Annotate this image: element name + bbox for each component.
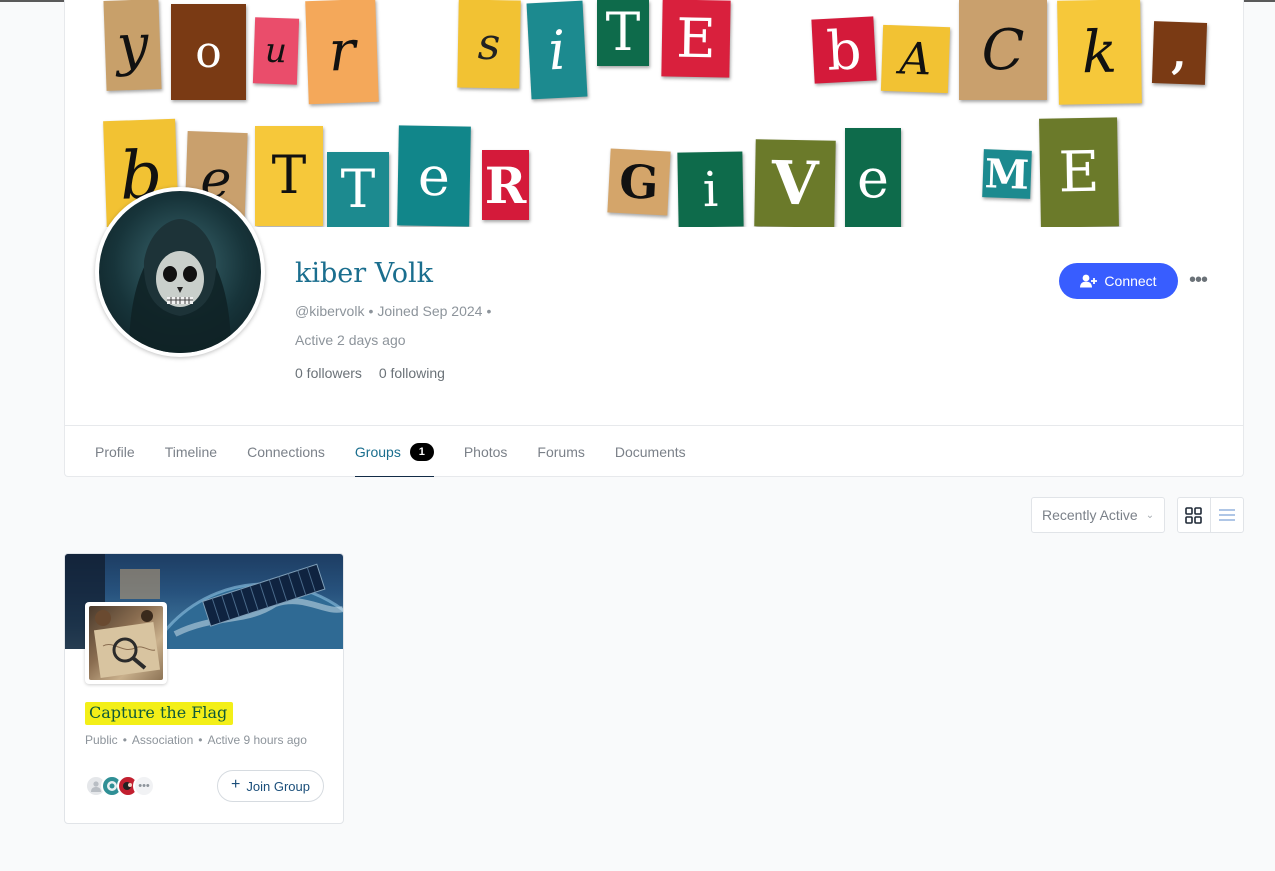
- tab-profile[interactable]: Profile: [95, 426, 135, 477]
- cover-letter-tile: G: [607, 148, 671, 216]
- tab-count-badge: 1: [409, 442, 434, 461]
- group-visibility: Public: [85, 733, 118, 747]
- cover-letter-tile: A: [880, 24, 951, 94]
- meta-separator: •: [486, 303, 492, 319]
- group-title-text: Capture the Flag: [85, 702, 234, 725]
- tab-label: Connections: [247, 443, 325, 460]
- meta-separator: •: [368, 303, 374, 319]
- cover-letter-tile: T: [327, 152, 389, 227]
- sort-selected-value: Recently Active: [1042, 507, 1138, 523]
- profile-tabs: Profile Timeline Connections Groups 1 Photos F…: [65, 425, 1243, 477]
- group-avatar[interactable]: [85, 602, 167, 684]
- profile-active-status: Active 2 days ago: [295, 332, 406, 348]
- cover-letter-tile: T: [255, 126, 323, 226]
- cover-letter-tile: E: [1039, 117, 1119, 227]
- cover-letter-tile: M: [982, 149, 1032, 199]
- tab-groups[interactable]: Groups 1: [354, 426, 434, 477]
- group-meta: Public • Association • Active 9 hours ago: [85, 733, 307, 747]
- tab-forums[interactable]: Forums: [537, 426, 584, 477]
- cover-letter-tile: u: [252, 17, 300, 85]
- cover-letter-tile: ,: [1151, 21, 1208, 85]
- cover-image: yoursiTEbACk,beTTeRGiVeME: [65, 0, 1243, 227]
- join-group-button[interactable]: + Join Group: [217, 770, 324, 802]
- followers-count[interactable]: 0 followers: [295, 365, 362, 381]
- tab-label: Documents: [614, 443, 686, 460]
- cover-letter-tile: k: [1057, 0, 1142, 105]
- cover-letter-tile: y: [103, 0, 162, 91]
- cover-letter-tile: i: [677, 151, 744, 227]
- tab-photos[interactable]: Photos: [464, 426, 508, 477]
- cover-letter-tile: R: [482, 150, 529, 220]
- tab-connections[interactable]: Connections: [247, 426, 325, 477]
- more-members-icon[interactable]: •••: [133, 775, 155, 797]
- meta-separator: •: [122, 733, 127, 747]
- grid-view-button[interactable]: [1178, 498, 1211, 532]
- tab-documents[interactable]: Documents: [615, 426, 686, 477]
- profile-joined: Joined Sep 2024: [377, 303, 483, 319]
- sort-dropdown[interactable]: Recently Active ⌄: [1031, 497, 1165, 533]
- connect-label: Connect: [1104, 273, 1157, 289]
- following-count[interactable]: 0 following: [379, 365, 445, 381]
- cover-letter-tile: b: [811, 16, 877, 84]
- group-avatar-image: [89, 606, 163, 680]
- join-group-label: Join Group: [246, 778, 310, 794]
- cover-letter-tile: r: [305, 0, 379, 105]
- tab-label: Forums: [537, 443, 585, 460]
- profile-header-card: yoursiTEbACk,beTTeRGiVeME kiber Volk @ki…: [64, 0, 1244, 477]
- profile-name: kiber Volk: [295, 258, 434, 289]
- profile-meta-line: @kibervolk • Joined Sep 2024 •: [295, 303, 495, 319]
- cover-letter-tile: e: [845, 128, 901, 227]
- meta-separator: •: [198, 733, 203, 747]
- tab-label: Timeline: [164, 443, 218, 460]
- add-user-icon: [1080, 274, 1098, 288]
- cover-letter-tile: e: [397, 125, 471, 227]
- cover-letter-tile: s: [457, 0, 521, 89]
- plus-icon: +: [231, 776, 241, 793]
- cover-letter-tile: E: [661, 0, 731, 78]
- group-title[interactable]: Capture the Flag: [85, 702, 234, 725]
- tab-label: Groups: [354, 443, 401, 460]
- list-view-button[interactable]: [1211, 498, 1244, 532]
- group-activity: Active 9 hours ago: [207, 733, 307, 747]
- group-type: Association: [131, 733, 194, 747]
- cover-letter-tile: T: [597, 0, 649, 66]
- view-toggle: [1177, 497, 1244, 533]
- cover-letter-tile: C: [959, 0, 1047, 100]
- connect-button[interactable]: Connect: [1059, 263, 1178, 299]
- cover-letter-tile: V: [754, 139, 836, 227]
- grid-icon: [1185, 506, 1203, 524]
- profile-avatar[interactable]: [95, 187, 265, 357]
- more-options-icon[interactable]: •••: [1187, 268, 1209, 292]
- avatar-image: [99, 191, 261, 353]
- group-card[interactable]: Capture the Flag Public • Association • Acti…: [64, 553, 344, 824]
- profile-handle: @kibervolk: [295, 303, 365, 319]
- tab-label: Photos: [463, 443, 508, 460]
- cover-letter-tile: o: [171, 4, 246, 100]
- follow-stats: 0 followers 0 following: [295, 365, 445, 381]
- chevron-down-icon: ⌄: [1145, 509, 1155, 521]
- tab-timeline[interactable]: Timeline: [165, 426, 217, 477]
- tab-label: Profile: [95, 443, 135, 460]
- group-members: •••: [85, 775, 155, 797]
- cover-letter-tile: i: [526, 0, 588, 100]
- list-icon: [1218, 509, 1235, 521]
